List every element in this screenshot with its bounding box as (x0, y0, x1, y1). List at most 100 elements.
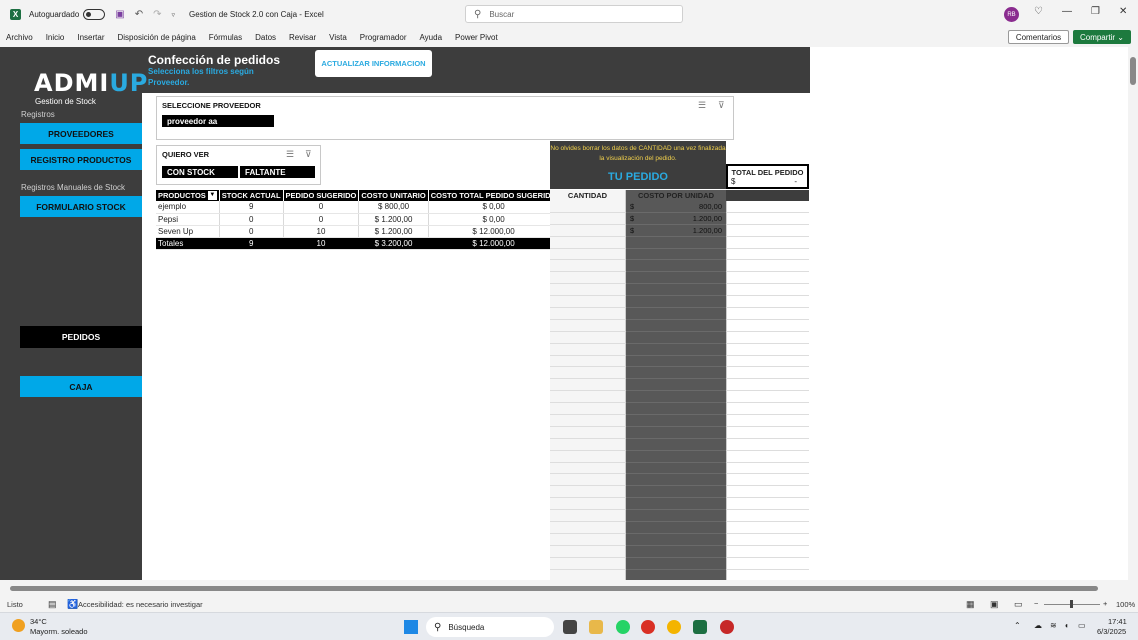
order-row[interactable] (550, 438, 809, 451)
minimize-icon[interactable]: — (1062, 6, 1072, 17)
cell-producto[interactable]: Seven Up (156, 225, 220, 238)
order-row[interactable] (550, 415, 809, 427)
blank-cell[interactable] (726, 331, 809, 344)
tab-power-pivot[interactable]: Power Pivot (455, 33, 498, 42)
quantity-cell[interactable] (550, 510, 626, 523)
quantity-cell[interactable] (550, 474, 626, 487)
blank-cell[interactable] (726, 308, 809, 320)
multi-select-icon[interactable]: ☰ (698, 100, 706, 111)
blank-cell[interactable] (726, 284, 809, 297)
unit-cost-cell[interactable] (626, 391, 726, 404)
order-row[interactable] (550, 426, 809, 439)
quantity-cell[interactable] (550, 533, 626, 546)
order-row[interactable] (550, 319, 809, 332)
unit-cost-cell[interactable] (626, 450, 726, 463)
quantity-cell[interactable] (550, 522, 626, 534)
unit-cost-cell[interactable] (626, 343, 726, 356)
comments-button[interactable]: Comentarios (1008, 30, 1069, 44)
unit-cost-cell[interactable] (626, 308, 726, 320)
unit-cost-cell[interactable] (626, 331, 726, 344)
quantity-cell[interactable] (550, 355, 626, 368)
unit-cost-cell[interactable] (626, 545, 726, 558)
blank-cell[interactable] (726, 355, 809, 368)
unit-cost-cell[interactable] (626, 403, 726, 416)
blank-cell[interactable] (726, 545, 809, 558)
col-productos[interactable]: PRODUCTOS ▼ (156, 190, 220, 201)
blank-cell[interactable] (726, 296, 809, 309)
unit-cost-cell[interactable] (626, 284, 726, 297)
unit-cost-cell[interactable] (626, 438, 726, 451)
zoom-in-icon[interactable]: + (1103, 599, 1107, 608)
page-layout-icon[interactable]: ▣ (990, 599, 999, 610)
unit-cost-cell[interactable] (626, 236, 726, 249)
blank-cell[interactable] (726, 391, 809, 404)
tab-ayuda[interactable]: Ayuda (419, 33, 442, 42)
quantity-cell[interactable] (550, 224, 626, 237)
unit-cost-cell[interactable] (626, 462, 726, 475)
weather-icon[interactable] (12, 619, 25, 632)
quantity-cell[interactable] (550, 438, 626, 451)
con-stock-option[interactable]: CON STOCK (162, 166, 238, 178)
blank-cell[interactable] (726, 438, 809, 451)
cell-stock[interactable]: 0 (219, 225, 284, 238)
customize-toolbar-icon[interactable]: ▿ (172, 11, 176, 19)
filter-dropdown-icon[interactable]: ▼ (207, 191, 217, 201)
clock-time[interactable]: 17:41 (1108, 617, 1127, 626)
order-row[interactable] (550, 379, 809, 392)
blank-cell[interactable] (726, 522, 809, 534)
blank-cell[interactable] (726, 415, 809, 427)
wifi-icon[interactable]: ≋ (1050, 621, 1057, 630)
quantity-cell[interactable] (550, 498, 626, 511)
quantity-cell[interactable] (550, 557, 626, 570)
order-row[interactable] (550, 474, 809, 487)
order-row[interactable] (550, 367, 809, 380)
unit-cost-cell[interactable] (626, 474, 726, 487)
pivot-table[interactable]: PRODUCTOS ▼ STOCK ACTUAL PEDIDO SUGERIDO … (156, 190, 560, 250)
order-row[interactable] (550, 510, 809, 523)
cell-stock[interactable]: 0 (219, 213, 284, 226)
chevron-up-icon[interactable]: ⌃ (1014, 621, 1021, 630)
totals-row[interactable]: Totales 9 10 $ 3.200,00 $ 12.000,00 (156, 237, 560, 250)
order-row[interactable] (550, 308, 809, 320)
unit-cost-cell[interactable] (626, 498, 726, 511)
lightbulb-icon[interactable]: ♡ (1034, 6, 1043, 17)
blank-cell[interactable] (726, 462, 809, 475)
order-total-box[interactable]: TOTAL DEL PEDIDO $ - (726, 164, 809, 189)
worksheet[interactable]: ADMIUP Gestion de Stock Registros PROVEE… (0, 47, 1128, 580)
order-row[interactable] (550, 557, 809, 570)
normal-view-icon[interactable]: ▦ (966, 599, 975, 610)
quantity-cell[interactable] (550, 403, 626, 416)
cell-producto[interactable]: Pepsi (156, 213, 220, 226)
cell-pedido[interactable]: 0 (283, 201, 360, 214)
tab-vista[interactable]: Vista (329, 33, 347, 42)
whatsapp-icon[interactable] (616, 620, 630, 634)
unit-cost-cell[interactable] (626, 569, 726, 580)
chrome-icon[interactable] (641, 620, 655, 634)
cell-costo-total[interactable]: $ 0,00 (428, 213, 560, 226)
table-row[interactable]: Seven Up 0 10 $ 1.200,00 $ 12.000,00 (156, 225, 560, 238)
unit-cost-cell[interactable] (626, 486, 726, 499)
zoom-out-icon[interactable]: − (1034, 599, 1038, 608)
accessibility-status[interactable]: Accesibilidad: es necesario investigar (78, 600, 203, 609)
blank-cell[interactable] (726, 486, 809, 499)
total-costo-unitario[interactable]: $ 3.200,00 (358, 237, 429, 250)
order-row[interactable]: $1.200,00 (550, 212, 809, 225)
volume-icon[interactable]: ◖ (1064, 621, 1069, 630)
blank-cell[interactable] (726, 319, 809, 332)
proveedores-button[interactable]: PROVEEDORES (20, 123, 142, 144)
unit-cost-cell[interactable] (626, 415, 726, 427)
blank-cell[interactable] (726, 498, 809, 511)
unit-cost-cell[interactable] (626, 272, 726, 285)
quantity-cell[interactable] (550, 462, 626, 475)
order-row[interactable] (550, 331, 809, 344)
vertical-scrollbar[interactable] (1128, 47, 1138, 580)
clock-date[interactable]: 6/3/2025 (1097, 627, 1126, 636)
blank-cell[interactable] (726, 260, 809, 273)
blank-cell[interactable] (726, 533, 809, 546)
quantity-cell[interactable] (550, 201, 626, 213)
quantity-cell[interactable] (550, 248, 626, 261)
order-row[interactable] (550, 450, 809, 463)
quantity-cell[interactable] (550, 272, 626, 285)
quantity-cell[interactable] (550, 391, 626, 404)
quantity-cell[interactable] (550, 296, 626, 309)
